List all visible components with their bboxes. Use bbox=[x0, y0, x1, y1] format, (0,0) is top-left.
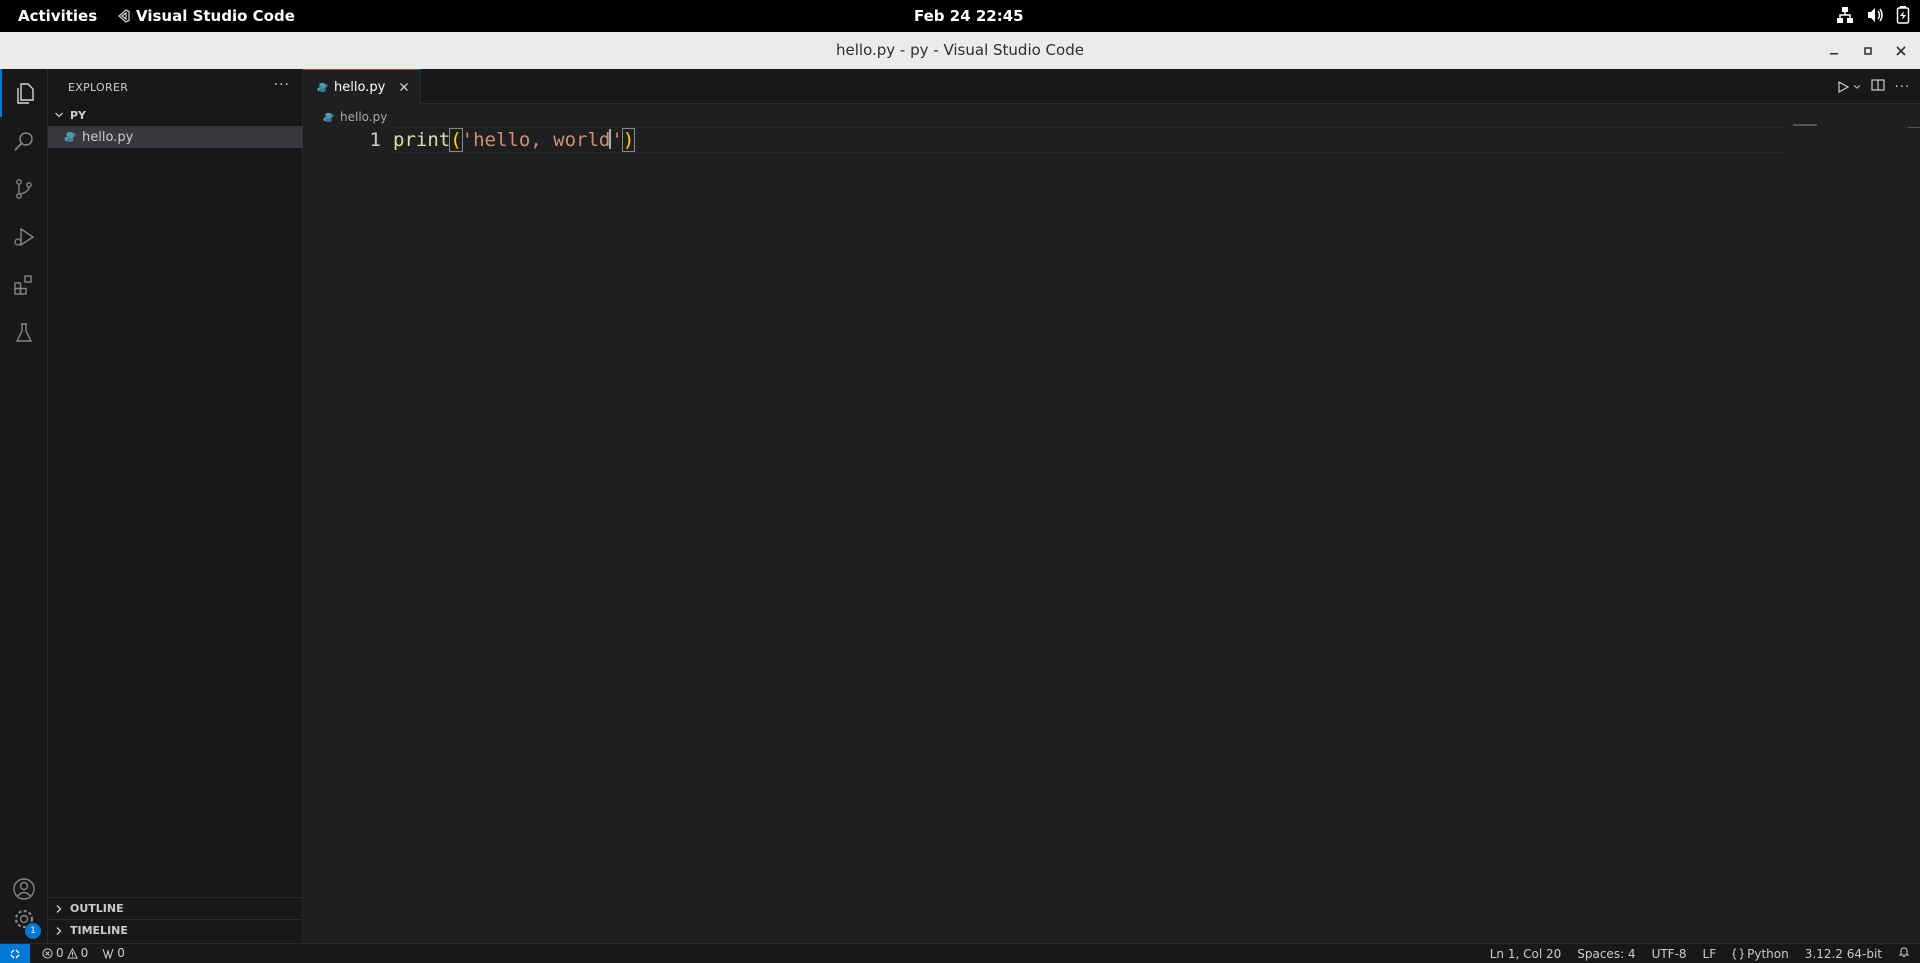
more-actions-button[interactable]: ··· bbox=[1895, 80, 1910, 95]
language-label: Python bbox=[1747, 946, 1789, 961]
code-open-paren: ( bbox=[449, 128, 463, 152]
system-top-bar: Activities Visual Studio Code Feb 24 22:… bbox=[0, 0, 1920, 32]
clock[interactable]: Feb 24 22:45 bbox=[914, 7, 1024, 25]
run-python-file-button[interactable] bbox=[1836, 80, 1861, 94]
timeline-label: TIMELINE bbox=[70, 924, 128, 937]
tab-hello-py[interactable]: hello.py bbox=[303, 69, 421, 104]
app-menu[interactable]: Visual Studio Code bbox=[116, 7, 295, 25]
python-file-icon bbox=[323, 112, 334, 122]
remote-icon bbox=[10, 949, 20, 959]
activity-explorer[interactable] bbox=[0, 69, 48, 117]
remote-indicator-button[interactable] bbox=[0, 944, 30, 963]
warning-icon bbox=[66, 947, 78, 959]
manage-badge: 1 bbox=[25, 923, 41, 939]
search-icon bbox=[14, 132, 33, 151]
explorer-more-actions-button[interactable]: ··· bbox=[274, 77, 290, 93]
code-line[interactable]: print('hello, world') bbox=[393, 127, 1788, 153]
timeline-section[interactable]: TIMELINE bbox=[48, 919, 303, 941]
ports-indicator[interactable]: 0 bbox=[102, 946, 125, 960]
close-window-button[interactable] bbox=[1891, 41, 1911, 61]
activity-run-debug[interactable] bbox=[0, 213, 48, 261]
maximize-button[interactable] bbox=[1858, 41, 1878, 61]
tab-label: hello.py bbox=[334, 79, 386, 95]
editor-area: hello.py ··· hello.py 1 print('hello, wo… bbox=[303, 69, 1920, 943]
code-string-end: ' bbox=[611, 129, 623, 151]
python-file-icon bbox=[317, 82, 328, 92]
notifications-button[interactable] bbox=[1898, 946, 1910, 961]
editor-scrollbar[interactable] bbox=[1908, 127, 1920, 128]
code-close-paren: ) bbox=[621, 128, 636, 152]
minimap[interactable] bbox=[1793, 124, 1817, 126]
close-icon bbox=[400, 83, 408, 91]
editor-actions: ··· bbox=[1836, 78, 1910, 96]
status-left: 0 0 0 bbox=[42, 946, 125, 960]
close-icon bbox=[1896, 46, 1906, 56]
activity-source-control[interactable] bbox=[0, 165, 48, 213]
line-number: 1 bbox=[369, 129, 381, 151]
window-titlebar[interactable]: hello.py - py - Visual Studio Code bbox=[0, 32, 1920, 69]
split-editor-button[interactable] bbox=[1870, 78, 1885, 96]
warning-count: 0 bbox=[80, 946, 89, 960]
bell-icon bbox=[1898, 947, 1910, 958]
activity-manage[interactable]: 1 bbox=[0, 895, 48, 943]
minimize-button[interactable] bbox=[1824, 41, 1844, 61]
vscode-icon bbox=[118, 9, 130, 23]
activity-search[interactable] bbox=[0, 117, 48, 165]
ports-icon bbox=[102, 948, 114, 959]
tab-close-button[interactable] bbox=[396, 79, 412, 95]
extensions-icon bbox=[14, 275, 32, 295]
cursor-position[interactable]: Ln 1, Col 20 bbox=[1490, 947, 1562, 961]
window-title: hello.py - py - Visual Studio Code bbox=[836, 41, 1084, 59]
chevron-down-icon bbox=[1853, 85, 1860, 89]
run-debug-icon bbox=[14, 227, 35, 247]
minimize-icon bbox=[1830, 53, 1838, 55]
activity-bar: 1 bbox=[0, 69, 48, 943]
code-function: print bbox=[393, 129, 451, 151]
chevron-down-icon bbox=[55, 112, 63, 118]
play-icon bbox=[1837, 80, 1849, 94]
chevron-right-icon bbox=[56, 904, 62, 913]
file-item-hello-py[interactable]: hello.py bbox=[48, 126, 303, 148]
volume-icon bbox=[1868, 8, 1883, 22]
outline-section[interactable]: OUTLINE bbox=[48, 897, 303, 919]
testing-icon bbox=[15, 323, 33, 342]
end-of-line[interactable]: LF bbox=[1703, 947, 1717, 961]
maximize-icon bbox=[1864, 47, 1872, 55]
code-string: 'hello, world bbox=[461, 129, 611, 151]
activity-extensions[interactable] bbox=[0, 261, 48, 309]
status-right: Ln 1, Col 20 Spaces: 4 UTF-8 LF Python 3… bbox=[1490, 946, 1910, 961]
chevron-right-icon bbox=[56, 926, 62, 935]
source-control-icon bbox=[16, 179, 32, 199]
editor-tab-bar: hello.py ··· bbox=[303, 69, 1920, 104]
folder-name: PY bbox=[70, 108, 87, 122]
indentation[interactable]: Spaces: 4 bbox=[1577, 947, 1635, 961]
braces-icon bbox=[1732, 948, 1744, 959]
system-tray[interactable] bbox=[1836, 6, 1910, 24]
error-count: 0 bbox=[56, 946, 64, 960]
python-interpreter[interactable]: 3.12.2 64-bit bbox=[1805, 947, 1882, 961]
file-name: hello.py bbox=[82, 129, 134, 145]
outline-label: OUTLINE bbox=[70, 902, 124, 915]
battery-icon bbox=[1896, 6, 1910, 24]
ports-count: 0 bbox=[117, 946, 125, 960]
split-editor-icon bbox=[1870, 79, 1885, 91]
activities-button[interactable]: Activities bbox=[18, 7, 97, 25]
app-name: Visual Studio Code bbox=[136, 7, 295, 25]
explorer-icon bbox=[17, 83, 34, 104]
sidebar-title: EXPLORER bbox=[68, 81, 129, 94]
network-icon bbox=[1837, 7, 1853, 23]
python-file-icon bbox=[64, 132, 76, 142]
language-mode[interactable]: Python bbox=[1732, 947, 1789, 961]
explorer-sidebar: EXPLORER ··· PY hello.py OUTLINE TIMELIN… bbox=[48, 69, 303, 943]
error-icon bbox=[42, 947, 53, 959]
folder-section-py[interactable]: PY bbox=[48, 104, 303, 126]
breadcrumb-file: hello.py bbox=[340, 110, 388, 124]
encoding[interactable]: UTF-8 bbox=[1652, 947, 1687, 961]
status-bar: 0 0 0 Ln 1, Col 20 Spaces: 4 UTF-8 LF Py… bbox=[0, 943, 1920, 963]
breadcrumb[interactable]: hello.py bbox=[323, 107, 387, 127]
problems-indicator[interactable]: 0 0 bbox=[42, 946, 88, 960]
activity-testing[interactable] bbox=[0, 309, 48, 357]
